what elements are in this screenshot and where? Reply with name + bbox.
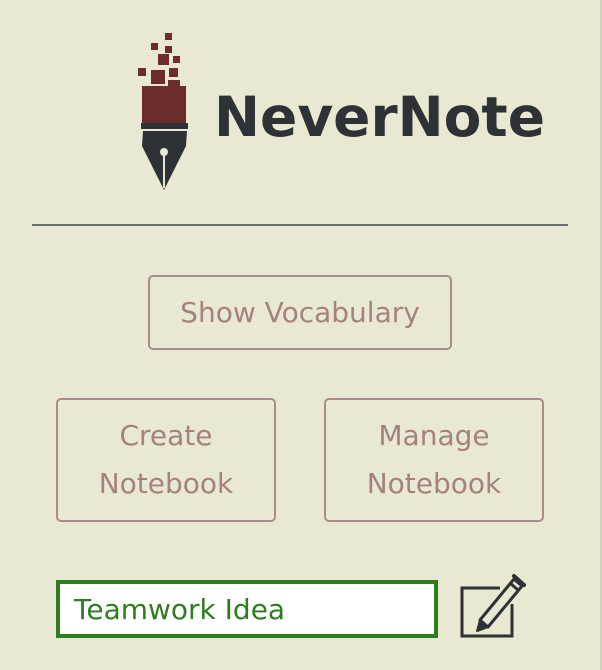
app-logo: NeverNote bbox=[134, 30, 545, 195]
show-vocabulary-button[interactable]: Show Vocabulary bbox=[148, 275, 452, 350]
divider bbox=[32, 224, 568, 226]
manage-notebook-button[interactable]: Manage Notebook bbox=[324, 398, 544, 522]
show-vocabulary-label: Show Vocabulary bbox=[180, 295, 420, 329]
pen-nib-pixel-logo-icon bbox=[138, 33, 188, 190]
create-notebook-button[interactable]: Create Notebook bbox=[56, 398, 276, 522]
manage-notebook-label-line1: Manage bbox=[378, 419, 490, 452]
edit-pencil-square-icon[interactable] bbox=[456, 570, 528, 642]
create-notebook-label-line2: Notebook bbox=[98, 467, 234, 500]
app-name: NeverNote bbox=[214, 85, 546, 149]
manage-notebook-label-line2: Notebook bbox=[366, 467, 502, 500]
note-title-input[interactable] bbox=[56, 580, 438, 638]
create-notebook-label-line1: Create bbox=[119, 419, 213, 452]
